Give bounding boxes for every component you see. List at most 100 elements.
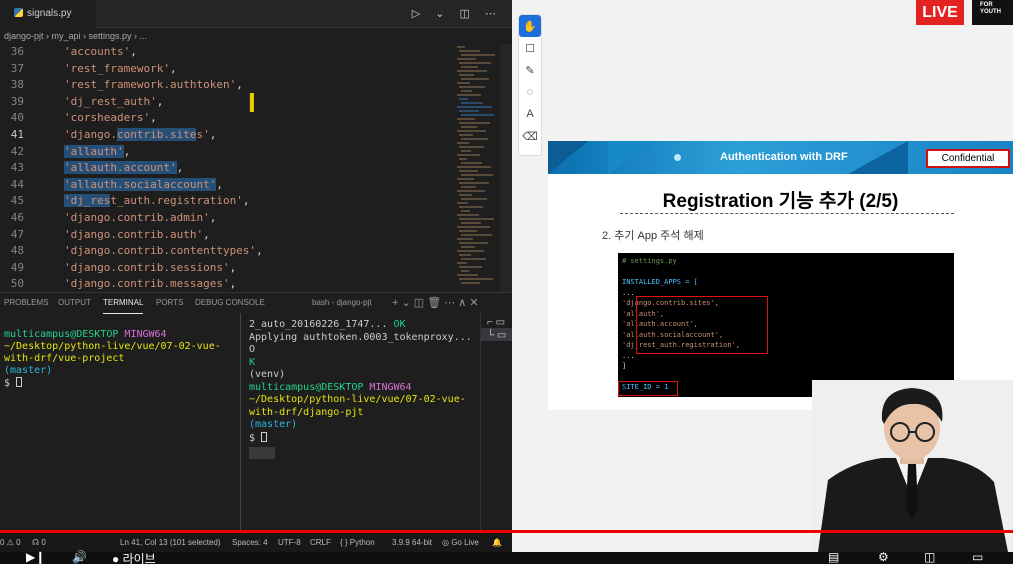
minimap-line (459, 86, 485, 88)
sparkle-icon (674, 154, 681, 161)
volume-icon[interactable]: 🔊 (72, 550, 87, 564)
minimap-line (461, 258, 486, 260)
minimap-line (461, 126, 477, 128)
terminal-split-divider[interactable] (240, 313, 241, 533)
status-eol[interactable]: CRLF (310, 533, 331, 552)
slide-title: Registration 기능 추가 (2/5) (662, 191, 899, 212)
code-editor[interactable]: 36 'accounts', 37 'rest_framework', 38 'rest_… (0, 44, 455, 292)
title-divider (620, 213, 954, 214)
line-number: 47 (10, 227, 24, 241)
minimap-line (461, 270, 469, 272)
tab-signals-py[interactable]: signals.py (0, 0, 96, 28)
status-python-version[interactable]: 3.9.9 64-bit (392, 533, 432, 552)
code-line[interactable]: 49 'django.contrib.sessions', (0, 260, 455, 277)
line-number: 42 (10, 144, 24, 158)
code-line[interactable]: 46 'django.contrib.admin', (0, 210, 455, 227)
minimap-line (461, 186, 476, 188)
editor-tab-bar: signals.py ▷ ⌄ ◫ ⋯ (0, 0, 512, 28)
editor-actions[interactable]: ▷ ⌄ ◫ ⋯ (412, 0, 502, 28)
slide-subtitle: 2. 추기 App 주석 해제 (602, 230, 704, 242)
minimap-line (459, 122, 490, 124)
code-line[interactable]: 40 'corsheaders', (0, 110, 455, 127)
live-indicator[interactable]: ● 라이브 (112, 550, 156, 564)
code-line[interactable]: 38 'rest_framework.authtoken', (0, 77, 455, 94)
minimap-line (461, 198, 487, 200)
minimap-line (459, 182, 489, 184)
line-number: 36 (10, 45, 24, 58)
tab-output[interactable]: OUTPUT (58, 293, 91, 313)
status-go-live[interactable]: ◎ Go Live (442, 533, 479, 552)
bell-icon[interactable]: 🔔 (492, 533, 502, 552)
captions-icon[interactable]: ▤ (828, 550, 839, 564)
minimap-line (457, 46, 465, 48)
minimap-line (461, 210, 470, 212)
add-terminal-icon[interactable]: + ⌄ ◫ 🗑 ⋯ ∧ ✕ (392, 293, 479, 313)
terminal-right[interactable]: 2_auto_20160226_1747... OK Applying auth… (249, 319, 479, 464)
code-text: 'corsheaders', (64, 111, 157, 125)
hand-icon[interactable]: ✋ (519, 15, 541, 37)
editor-scrollbar[interactable] (500, 44, 512, 292)
minimap-line (459, 146, 484, 148)
minimap[interactable] (455, 44, 500, 292)
video-progress-bar[interactable] (0, 530, 1013, 533)
slide-banner: Authentication with DRF Confidential (548, 141, 1013, 174)
lasso-icon[interactable]: ◌ (519, 81, 541, 103)
theater-icon[interactable]: ▭ (972, 550, 983, 564)
code-line[interactable]: 47 'django.contrib.auth', (0, 227, 455, 244)
breadcrumb[interactable]: django-pjt › my_api › settings.py › ... (0, 28, 512, 44)
status-encoding[interactable]: UTF-8 (278, 533, 301, 552)
status-indentation[interactable]: Spaces: 4 (232, 533, 268, 552)
terminal-list-item[interactable]: ⌐ ▭ (481, 313, 512, 328)
minimap-line (457, 190, 485, 192)
code-text: 'django.contrib.contenttypes', (64, 244, 263, 258)
code-line[interactable]: 48 'django.contrib.contenttypes', (0, 243, 455, 260)
text-cursor-icon: I (248, 87, 256, 118)
code-line[interactable]: 44 'allauth.socialaccount', (0, 177, 455, 194)
terminal-left[interactable]: multicampus@DESKTOP MINGW64 ~/Desktop/py… (4, 329, 239, 390)
pen-toolbar: ✋ ☐ ✎ ◌ A ⌫ (518, 14, 542, 156)
minimap-line (461, 246, 475, 248)
tab-ports[interactable]: PORTS (156, 293, 183, 313)
code-line[interactable]: 41 'django.contrib.sites', (0, 127, 455, 144)
minimap-line (459, 74, 474, 76)
settings-icon[interactable]: ⚙ (878, 550, 889, 564)
minimap-line (457, 82, 470, 84)
code-line[interactable]: 42 'allauth', (0, 144, 455, 161)
play-icon[interactable]: ▶❙ (26, 550, 45, 564)
minimap-line (457, 106, 492, 108)
miniplayer-icon[interactable]: ◫ (924, 550, 935, 564)
minimap-line (457, 142, 469, 144)
minimap-line (459, 134, 473, 136)
code-line[interactable]: 39 'dj_rest_auth', (0, 94, 455, 111)
tab-problems[interactable]: PROBLEMS (4, 293, 48, 313)
minimap-line (461, 150, 471, 152)
code-line[interactable]: 37 'rest_framework', (0, 61, 455, 78)
code-line[interactable]: 43 'allauth.account', (0, 160, 455, 177)
minimap-line (461, 174, 493, 176)
minimap-line (461, 222, 481, 224)
pen-icon[interactable]: ✎ (519, 59, 541, 81)
code-text: 'allauth.account', (64, 161, 184, 175)
status-bar: 0 ⚠ 0 ☊ 0 Ln 41, Col 13 (101 selected) S… (0, 532, 512, 552)
line-number: 38 (10, 78, 24, 92)
terminal-shell-label[interactable]: bash - django-pjt (312, 293, 372, 313)
slide-code-line (622, 267, 950, 278)
status-language[interactable]: { } Python (340, 533, 375, 552)
code-line[interactable]: 36 'accounts', (0, 44, 455, 61)
highlight-box-apps (636, 296, 768, 354)
code-line[interactable]: 45 'dj_rest_auth.registration', (0, 193, 455, 210)
minimap-line (457, 178, 474, 180)
tab-terminal[interactable]: TERMINAL (103, 293, 144, 314)
minimap-line (459, 242, 488, 244)
text-box-icon[interactable]: A (519, 103, 541, 125)
line-number: 44 (10, 177, 24, 191)
eraser-icon[interactable]: ⌫ (519, 125, 541, 147)
status-problems[interactable]: 0 ⚠ 0 (0, 533, 21, 552)
comment-icon[interactable]: ☐ (519, 37, 541, 59)
code-line[interactable]: 50 'django.contrib.messages', (0, 276, 455, 293)
minimap-line (459, 254, 471, 256)
presenter-video (812, 380, 1013, 552)
tab-debug-console[interactable]: DEBUG CONSOLE (195, 293, 265, 313)
minimap-line (457, 166, 491, 168)
terminal-list-item[interactable]: └ ▭ (481, 328, 512, 341)
